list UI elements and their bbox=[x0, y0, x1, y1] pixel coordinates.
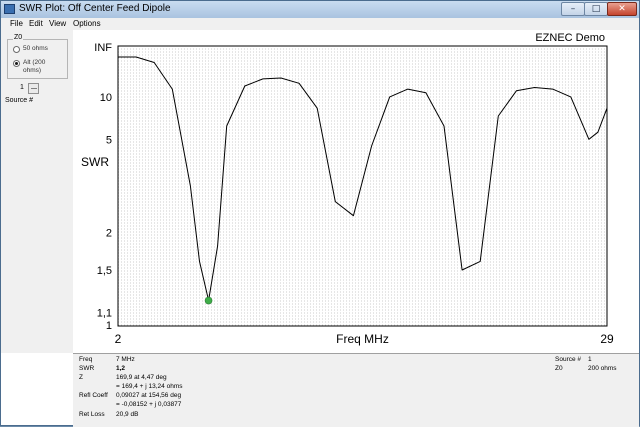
radio-alt-label-line2[interactable]: ohms) bbox=[23, 67, 41, 75]
y-tick-label: 10 bbox=[100, 92, 112, 104]
title-bar[interactable]: SWR Plot: Off Center Feed Dipole – □ ✕ bbox=[1, 1, 639, 18]
y-tick-label: INF bbox=[94, 42, 112, 54]
z0-group-label: Z0 bbox=[13, 34, 23, 41]
minimize-button[interactable]: – bbox=[561, 2, 585, 16]
z0-info-value: 200 ohms bbox=[588, 365, 617, 372]
z0-info-label: Z0 bbox=[555, 365, 563, 372]
plot-area: EZNEC Demo INF 10 5 2 1,5 1,11 SWR 2 29 Freq MHz bbox=[73, 30, 639, 353]
radio-alt-label-line1[interactable]: Alt (200 bbox=[23, 59, 45, 67]
z-label: Z bbox=[79, 374, 83, 381]
source-info-value: 1 bbox=[588, 356, 592, 363]
refl-coeff-label: Refl Coeff bbox=[79, 392, 108, 399]
z-polar-value: 169,9 at 4,47 deg bbox=[116, 374, 167, 381]
ret-loss-value: 20,9 dB bbox=[116, 411, 138, 418]
swr-label: SWR bbox=[79, 365, 94, 372]
info-panel: Freq 7 MHz SWR 1,2 Z 169,9 at 4,47 deg =… bbox=[73, 353, 639, 427]
x-axis-label: Freq MHz bbox=[336, 332, 389, 346]
source-label: Source # bbox=[5, 97, 33, 104]
z-rect-value: = 169,4 + j 13,24 ohms bbox=[116, 383, 183, 390]
x-tick-label: 29 bbox=[600, 332, 614, 346]
menu-file[interactable]: File bbox=[10, 19, 23, 28]
y-tick-label: 2 bbox=[106, 228, 112, 240]
menu-bar: File Edit View Options bbox=[1, 18, 639, 30]
left-panel: Z0 50 ohms Alt (200 ohms) 1 Source # bbox=[1, 30, 74, 353]
radio-alt-200-ohms[interactable] bbox=[13, 60, 20, 67]
z0-group: Z0 50 ohms Alt (200 ohms) bbox=[7, 39, 68, 79]
radio-50-ohms-label[interactable]: 50 ohms bbox=[23, 45, 48, 53]
maximize-button[interactable]: □ bbox=[584, 2, 608, 16]
ret-loss-label: Ret Loss bbox=[79, 411, 105, 418]
source-spinner[interactable] bbox=[28, 83, 39, 94]
refl-coeff-polar: 0,09027 at 154,56 deg bbox=[116, 392, 181, 399]
swr-plot-window: SWR Plot: Off Center Feed Dipole – □ ✕ F… bbox=[0, 0, 640, 426]
swr-curve bbox=[118, 57, 607, 301]
window-title: SWR Plot: Off Center Feed Dipole bbox=[19, 3, 171, 14]
menu-view[interactable]: View bbox=[49, 19, 66, 28]
frequency-marker bbox=[205, 297, 212, 304]
source-info-label: Source # bbox=[555, 356, 581, 363]
y-tick-label: 1,5 bbox=[97, 265, 112, 277]
y-axis-label: SWR bbox=[81, 155, 109, 169]
freq-label: Freq bbox=[79, 356, 92, 363]
menu-edit[interactable]: Edit bbox=[29, 19, 43, 28]
close-button[interactable]: ✕ bbox=[607, 2, 637, 16]
freq-value: 7 MHz bbox=[116, 356, 135, 363]
swr-chart: EZNEC Demo INF 10 5 2 1,5 1,11 SWR 2 29 Freq MHz bbox=[73, 30, 639, 353]
y-tick-label: 1,1 bbox=[97, 308, 112, 320]
source-number-value: 1 bbox=[20, 84, 24, 91]
refl-coeff-rect: = -0,08152 + j 0,03877 bbox=[116, 401, 181, 408]
eznec-brand: EZNEC Demo bbox=[535, 32, 605, 44]
y-tick-label: 5 bbox=[106, 134, 112, 146]
radio-50-ohms[interactable] bbox=[13, 46, 20, 53]
x-tick-label: 2 bbox=[115, 332, 122, 346]
y-tick-label: 1 bbox=[106, 320, 112, 332]
menu-options[interactable]: Options bbox=[73, 19, 101, 28]
swr-value: 1,2 bbox=[116, 365, 125, 372]
app-icon bbox=[4, 4, 15, 14]
